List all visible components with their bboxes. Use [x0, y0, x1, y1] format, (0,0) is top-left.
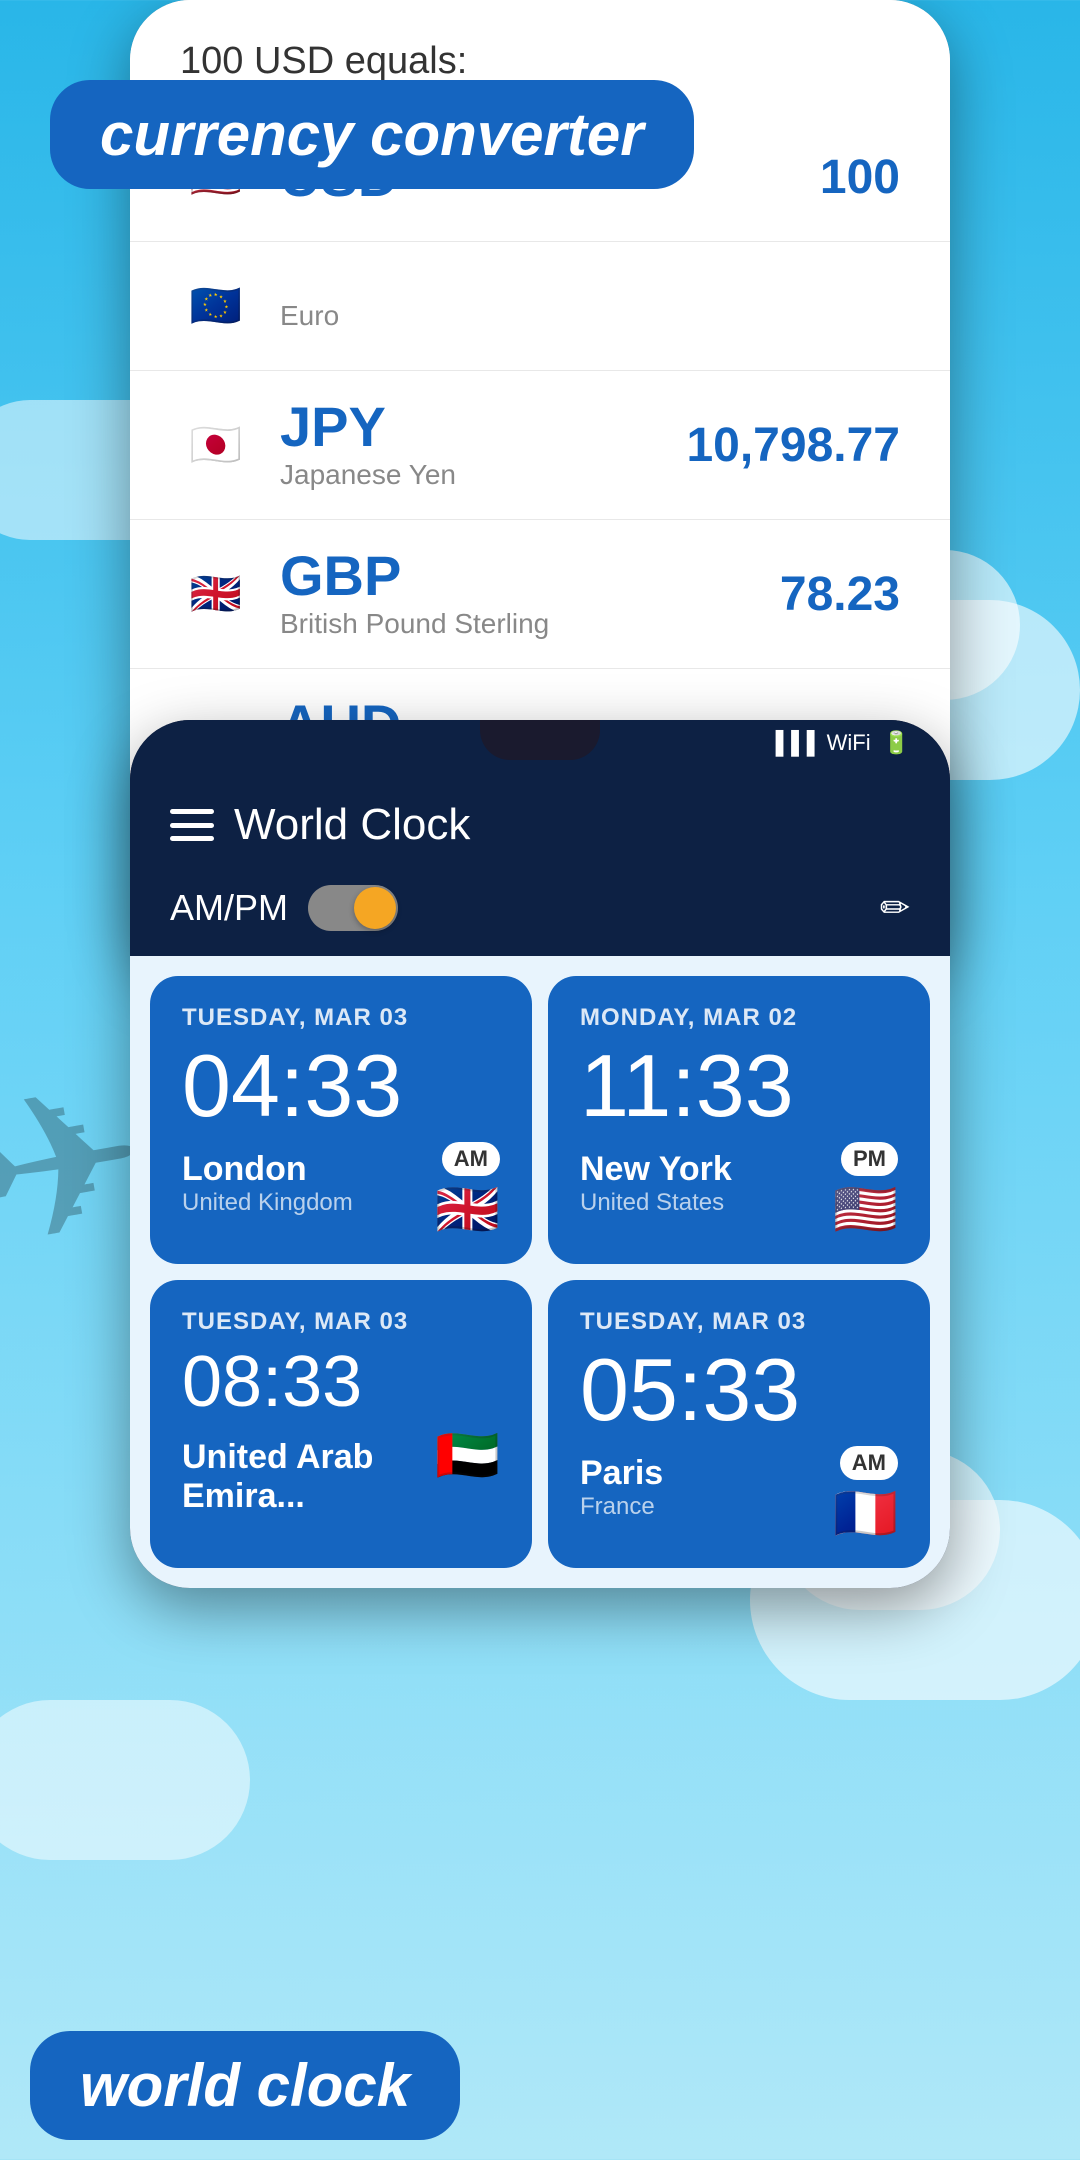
currency-name-jpy: Japanese Yen	[280, 459, 686, 491]
currency-item-eur[interactable]: 🇪🇺 Euro	[130, 242, 950, 371]
clock-card-uae[interactable]: TUESDAY, MAR 03 08:33 United Arab Emira.…	[150, 1280, 532, 1568]
currency-name-gbp: British Pound Sterling	[280, 608, 780, 640]
currency-item-jpy[interactable]: 🇯🇵 JPY Japanese Yen 10,798.77	[130, 371, 950, 520]
status-bar: ▐▐▐ WiFi 🔋	[768, 730, 910, 756]
world-clock-phone: ▐▐▐ WiFi 🔋 World Clock AM/PM ✏ TUESDAY, …	[130, 720, 950, 1588]
currency-value-jpy: 10,798.77	[686, 418, 900, 473]
paris-time: 05:33	[580, 1346, 898, 1434]
london-country: United Kingdom	[182, 1189, 353, 1217]
hamburger-line-1	[170, 809, 214, 814]
newyork-time: 11:33	[580, 1042, 898, 1130]
hamburger-menu-button[interactable]	[170, 809, 214, 841]
paris-country: France	[580, 1493, 663, 1521]
hamburger-line-3	[170, 836, 214, 841]
newyork-flag: 🇺🇸	[833, 1184, 898, 1236]
london-time: 04:33	[182, 1042, 500, 1130]
clock-card-newyork[interactable]: MONDAY, MAR 02 11:33 New York United Sta…	[548, 976, 930, 1264]
clock-card-paris[interactable]: TUESDAY, MAR 03 05:33 Paris France AM 🇫🇷	[548, 1280, 930, 1568]
ampm-label: AM/PM	[170, 887, 288, 929]
uae-time: 08:33	[182, 1346, 500, 1418]
hamburger-line-2	[170, 823, 214, 828]
currency-converter-badge: currency converter	[50, 80, 694, 189]
ampm-toggle-row: AM/PM ✏	[130, 870, 950, 956]
currency-info-eur: Euro	[280, 280, 900, 332]
currency-item-gbp[interactable]: 🇬🇧 GBP British Pound Sterling 78.23	[130, 520, 950, 669]
currency-value-gbp: 78.23	[780, 567, 900, 622]
newyork-ampm: PM	[841, 1142, 898, 1176]
london-city: London	[182, 1150, 353, 1189]
currency-equals-text: 100 USD equals:	[180, 40, 900, 83]
newyork-country: United States	[580, 1189, 732, 1217]
world-clock-label: world clock	[80, 2052, 410, 2119]
london-ampm: AM	[442, 1142, 500, 1176]
clock-app-header: World Clock	[130, 780, 950, 870]
currency-value-usd: 100	[820, 150, 900, 205]
world-clock-badge: world clock	[30, 2031, 460, 2140]
clock-card-london[interactable]: TUESDAY, MAR 03 04:33 London United King…	[150, 976, 532, 1264]
currency-code-eur	[280, 280, 900, 296]
london-date: TUESDAY, MAR 03	[182, 1004, 500, 1032]
uae-city: United Arab Emira...	[182, 1438, 435, 1516]
paris-flag: 🇫🇷	[833, 1488, 898, 1540]
edit-button[interactable]: ✏	[880, 887, 910, 929]
paris-ampm: AM	[840, 1446, 898, 1480]
uae-date: TUESDAY, MAR 03	[182, 1308, 500, 1336]
currency-name-eur: Euro	[280, 300, 900, 332]
newyork-city: New York	[580, 1150, 732, 1189]
phone-notch-bar: ▐▐▐ WiFi 🔋	[130, 720, 950, 780]
currency-code-jpy: JPY	[280, 399, 686, 455]
flag-eur: 🇪🇺	[180, 270, 252, 342]
toggle-knob	[354, 887, 396, 929]
newyork-date: MONDAY, MAR 02	[580, 1004, 898, 1032]
app-title: World Clock	[234, 800, 910, 850]
flag-gbp: 🇬🇧	[180, 558, 252, 630]
uae-flag: 🇦🇪	[435, 1430, 500, 1482]
camera-notch	[480, 720, 600, 760]
currency-info-jpy: JPY Japanese Yen	[280, 399, 686, 491]
london-flag: 🇬🇧	[435, 1184, 500, 1236]
currency-code-gbp: GBP	[280, 548, 780, 604]
pencil-icon: ✏	[880, 887, 910, 928]
paris-city: Paris	[580, 1454, 663, 1493]
paris-date: TUESDAY, MAR 03	[580, 1308, 898, 1336]
currency-converter-label: currency converter	[100, 101, 644, 168]
currency-info-gbp: GBP British Pound Sterling	[280, 548, 780, 640]
flag-jpy: 🇯🇵	[180, 409, 252, 481]
clock-grid: TUESDAY, MAR 03 04:33 London United King…	[130, 956, 950, 1588]
ampm-toggle[interactable]	[308, 885, 398, 931]
